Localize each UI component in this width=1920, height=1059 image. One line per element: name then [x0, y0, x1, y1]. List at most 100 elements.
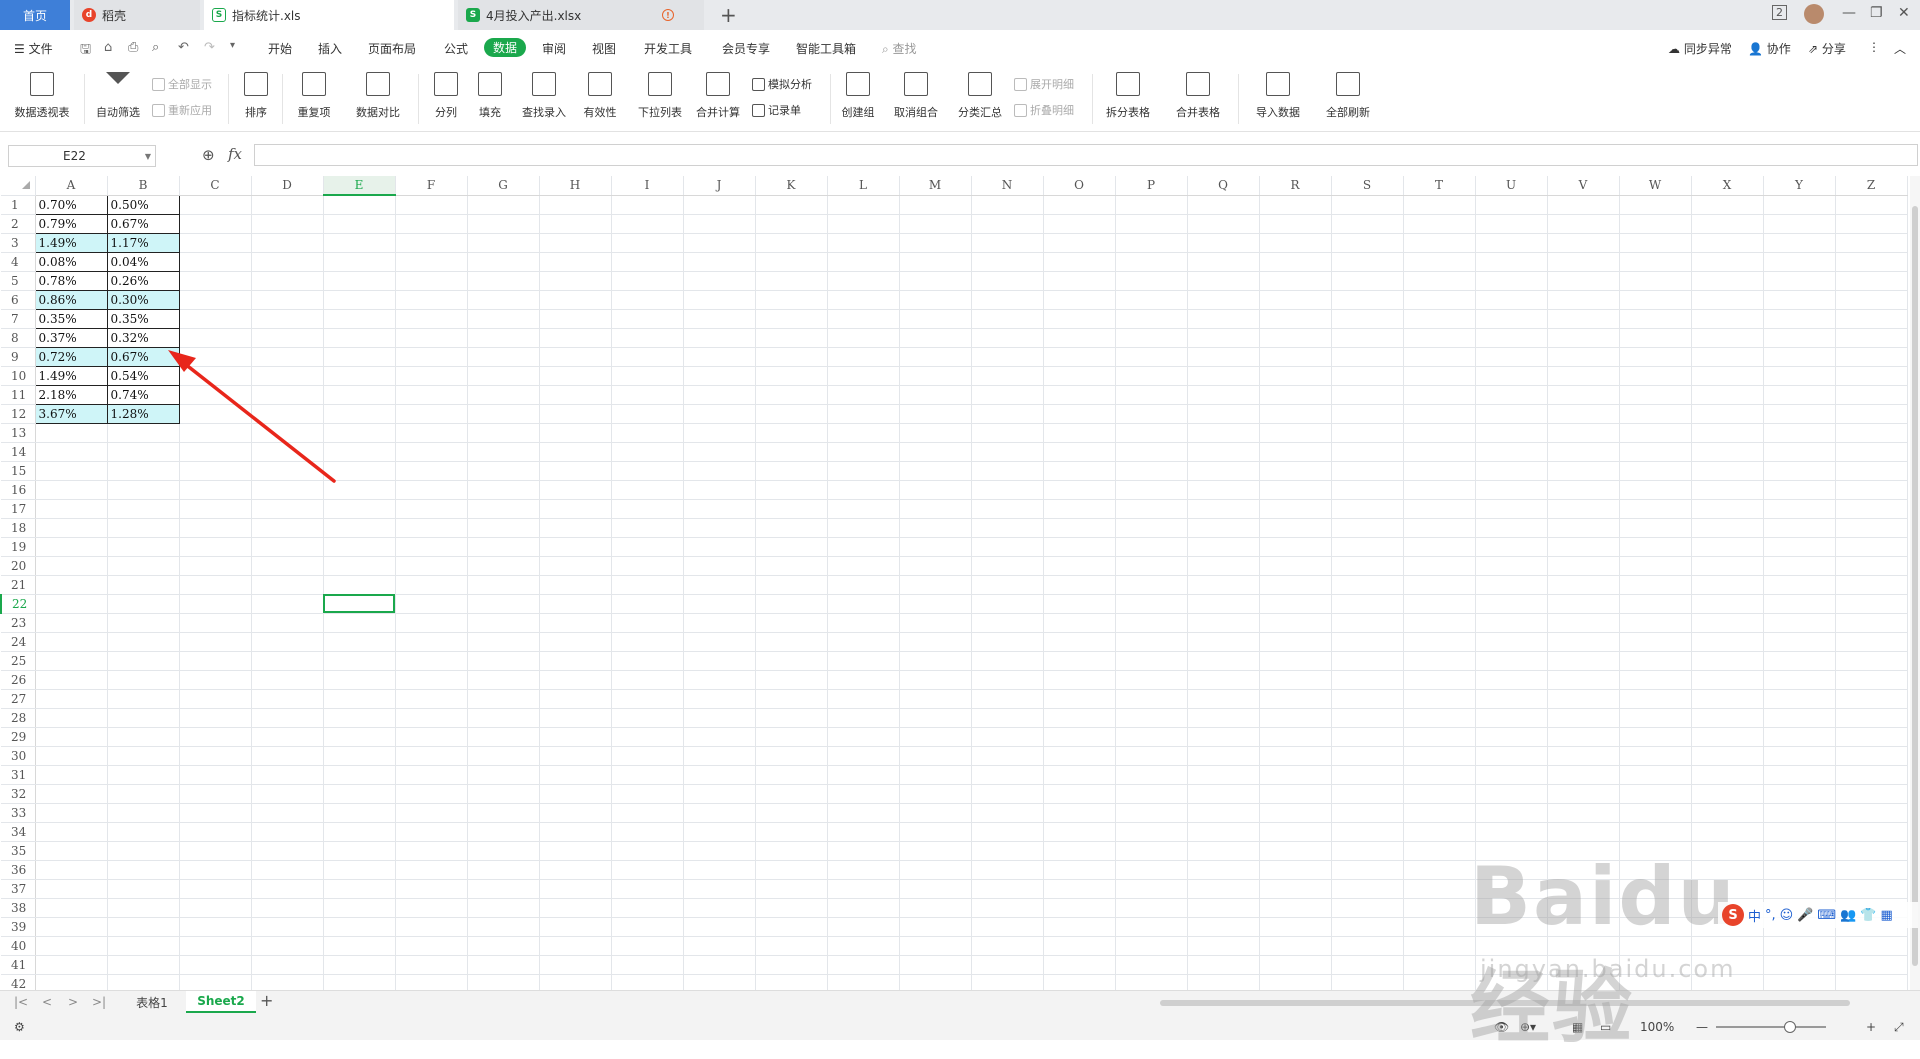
cell[interactable] — [827, 233, 900, 253]
cell[interactable] — [107, 955, 180, 975]
cell[interactable] — [467, 879, 540, 899]
cell[interactable] — [179, 803, 252, 823]
cell[interactable] — [251, 461, 324, 481]
cell[interactable] — [467, 556, 540, 576]
cell[interactable] — [179, 556, 252, 576]
cell[interactable] — [1403, 689, 1476, 709]
cell[interactable] — [179, 670, 252, 690]
cell[interactable] — [35, 442, 108, 462]
cell[interactable] — [755, 613, 828, 633]
cell[interactable] — [1187, 917, 1260, 937]
cell[interactable] — [1403, 518, 1476, 538]
cell[interactable] — [539, 214, 612, 234]
add-sheet-button[interactable]: + — [260, 991, 273, 1010]
cell[interactable] — [683, 727, 756, 747]
cell[interactable] — [827, 670, 900, 690]
cell[interactable] — [1043, 803, 1116, 823]
cell[interactable] — [827, 898, 900, 918]
cell[interactable] — [395, 898, 468, 918]
cell[interactable] — [1259, 784, 1332, 804]
cell[interactable] — [971, 480, 1044, 500]
cell[interactable] — [971, 727, 1044, 747]
cell[interactable] — [107, 632, 180, 652]
cell[interactable] — [1115, 708, 1188, 728]
cell[interactable] — [611, 822, 684, 842]
cell[interactable] — [251, 556, 324, 576]
cell[interactable] — [899, 955, 972, 975]
cell[interactable] — [1115, 670, 1188, 690]
cell[interactable] — [323, 499, 396, 519]
column-header-y[interactable]: Y — [1763, 176, 1836, 196]
cell[interactable] — [827, 366, 900, 386]
cell[interactable] — [1835, 328, 1908, 348]
cell[interactable] — [107, 727, 180, 747]
cell[interactable] — [899, 461, 972, 481]
cell[interactable] — [899, 746, 972, 766]
cell[interactable] — [1547, 499, 1620, 519]
cell[interactable] — [971, 708, 1044, 728]
cell[interactable] — [251, 689, 324, 709]
cell[interactable] — [755, 803, 828, 823]
cell[interactable] — [395, 632, 468, 652]
cell-a10[interactable]: 1.49% — [34, 365, 108, 386]
vertical-scrollbar[interactable] — [1910, 176, 1920, 990]
cell[interactable] — [1691, 461, 1764, 481]
cell[interactable] — [1475, 708, 1548, 728]
cell[interactable] — [1115, 822, 1188, 842]
cell[interactable] — [1691, 841, 1764, 861]
cell[interactable] — [1259, 480, 1332, 500]
cell[interactable] — [899, 594, 972, 614]
cell[interactable] — [179, 974, 252, 990]
cell[interactable] — [323, 689, 396, 709]
cell[interactable] — [1835, 404, 1908, 424]
column-header-o[interactable]: O — [1043, 176, 1116, 196]
cell[interactable] — [1115, 955, 1188, 975]
horizontal-scroll-thumb[interactable] — [1160, 1000, 1850, 1006]
cell[interactable] — [395, 214, 468, 234]
cell[interactable] — [395, 784, 468, 804]
cell[interactable] — [1619, 328, 1692, 348]
cell[interactable] — [1115, 841, 1188, 861]
cell[interactable] — [827, 746, 900, 766]
cell[interactable] — [107, 879, 180, 899]
cell[interactable] — [971, 955, 1044, 975]
cell[interactable] — [1547, 423, 1620, 443]
cell[interactable] — [755, 765, 828, 785]
cell[interactable] — [1835, 442, 1908, 462]
cell[interactable] — [611, 613, 684, 633]
cell[interactable] — [539, 195, 612, 215]
cell[interactable] — [683, 613, 756, 633]
cell[interactable] — [1547, 708, 1620, 728]
cell[interactable] — [395, 518, 468, 538]
cell[interactable] — [1547, 252, 1620, 272]
cell[interactable] — [1043, 233, 1116, 253]
cell[interactable] — [971, 195, 1044, 215]
cell[interactable] — [1043, 727, 1116, 747]
cell[interactable] — [683, 594, 756, 614]
cell[interactable] — [899, 385, 972, 405]
cell[interactable] — [1115, 765, 1188, 785]
cell[interactable] — [1115, 689, 1188, 709]
cell[interactable] — [1475, 309, 1548, 329]
format-painter-icon[interactable]: ⌂ — [104, 40, 112, 55]
cell[interactable] — [1187, 879, 1260, 899]
row-header[interactable]: 13 — [1, 423, 36, 443]
cell[interactable] — [1475, 727, 1548, 747]
cell[interactable] — [1043, 765, 1116, 785]
cell[interactable] — [35, 575, 108, 595]
row-header[interactable]: 15 — [1, 461, 36, 481]
tab-file-1[interactable]: S 指标统计.xls ! — [204, 0, 643, 30]
cell[interactable] — [1115, 480, 1188, 500]
cell[interactable] — [1475, 841, 1548, 861]
cell[interactable] — [1403, 746, 1476, 766]
cell[interactable] — [1475, 271, 1548, 291]
split-table-button[interactable]: 拆分表格 — [1098, 70, 1158, 120]
voice-icon[interactable]: 🎤 — [1797, 908, 1813, 923]
cell[interactable] — [971, 879, 1044, 899]
cell[interactable] — [1547, 461, 1620, 481]
cell[interactable] — [467, 860, 540, 880]
cell[interactable] — [755, 917, 828, 937]
cell[interactable] — [395, 575, 468, 595]
cell[interactable] — [1475, 214, 1548, 234]
cell[interactable] — [1691, 803, 1764, 823]
